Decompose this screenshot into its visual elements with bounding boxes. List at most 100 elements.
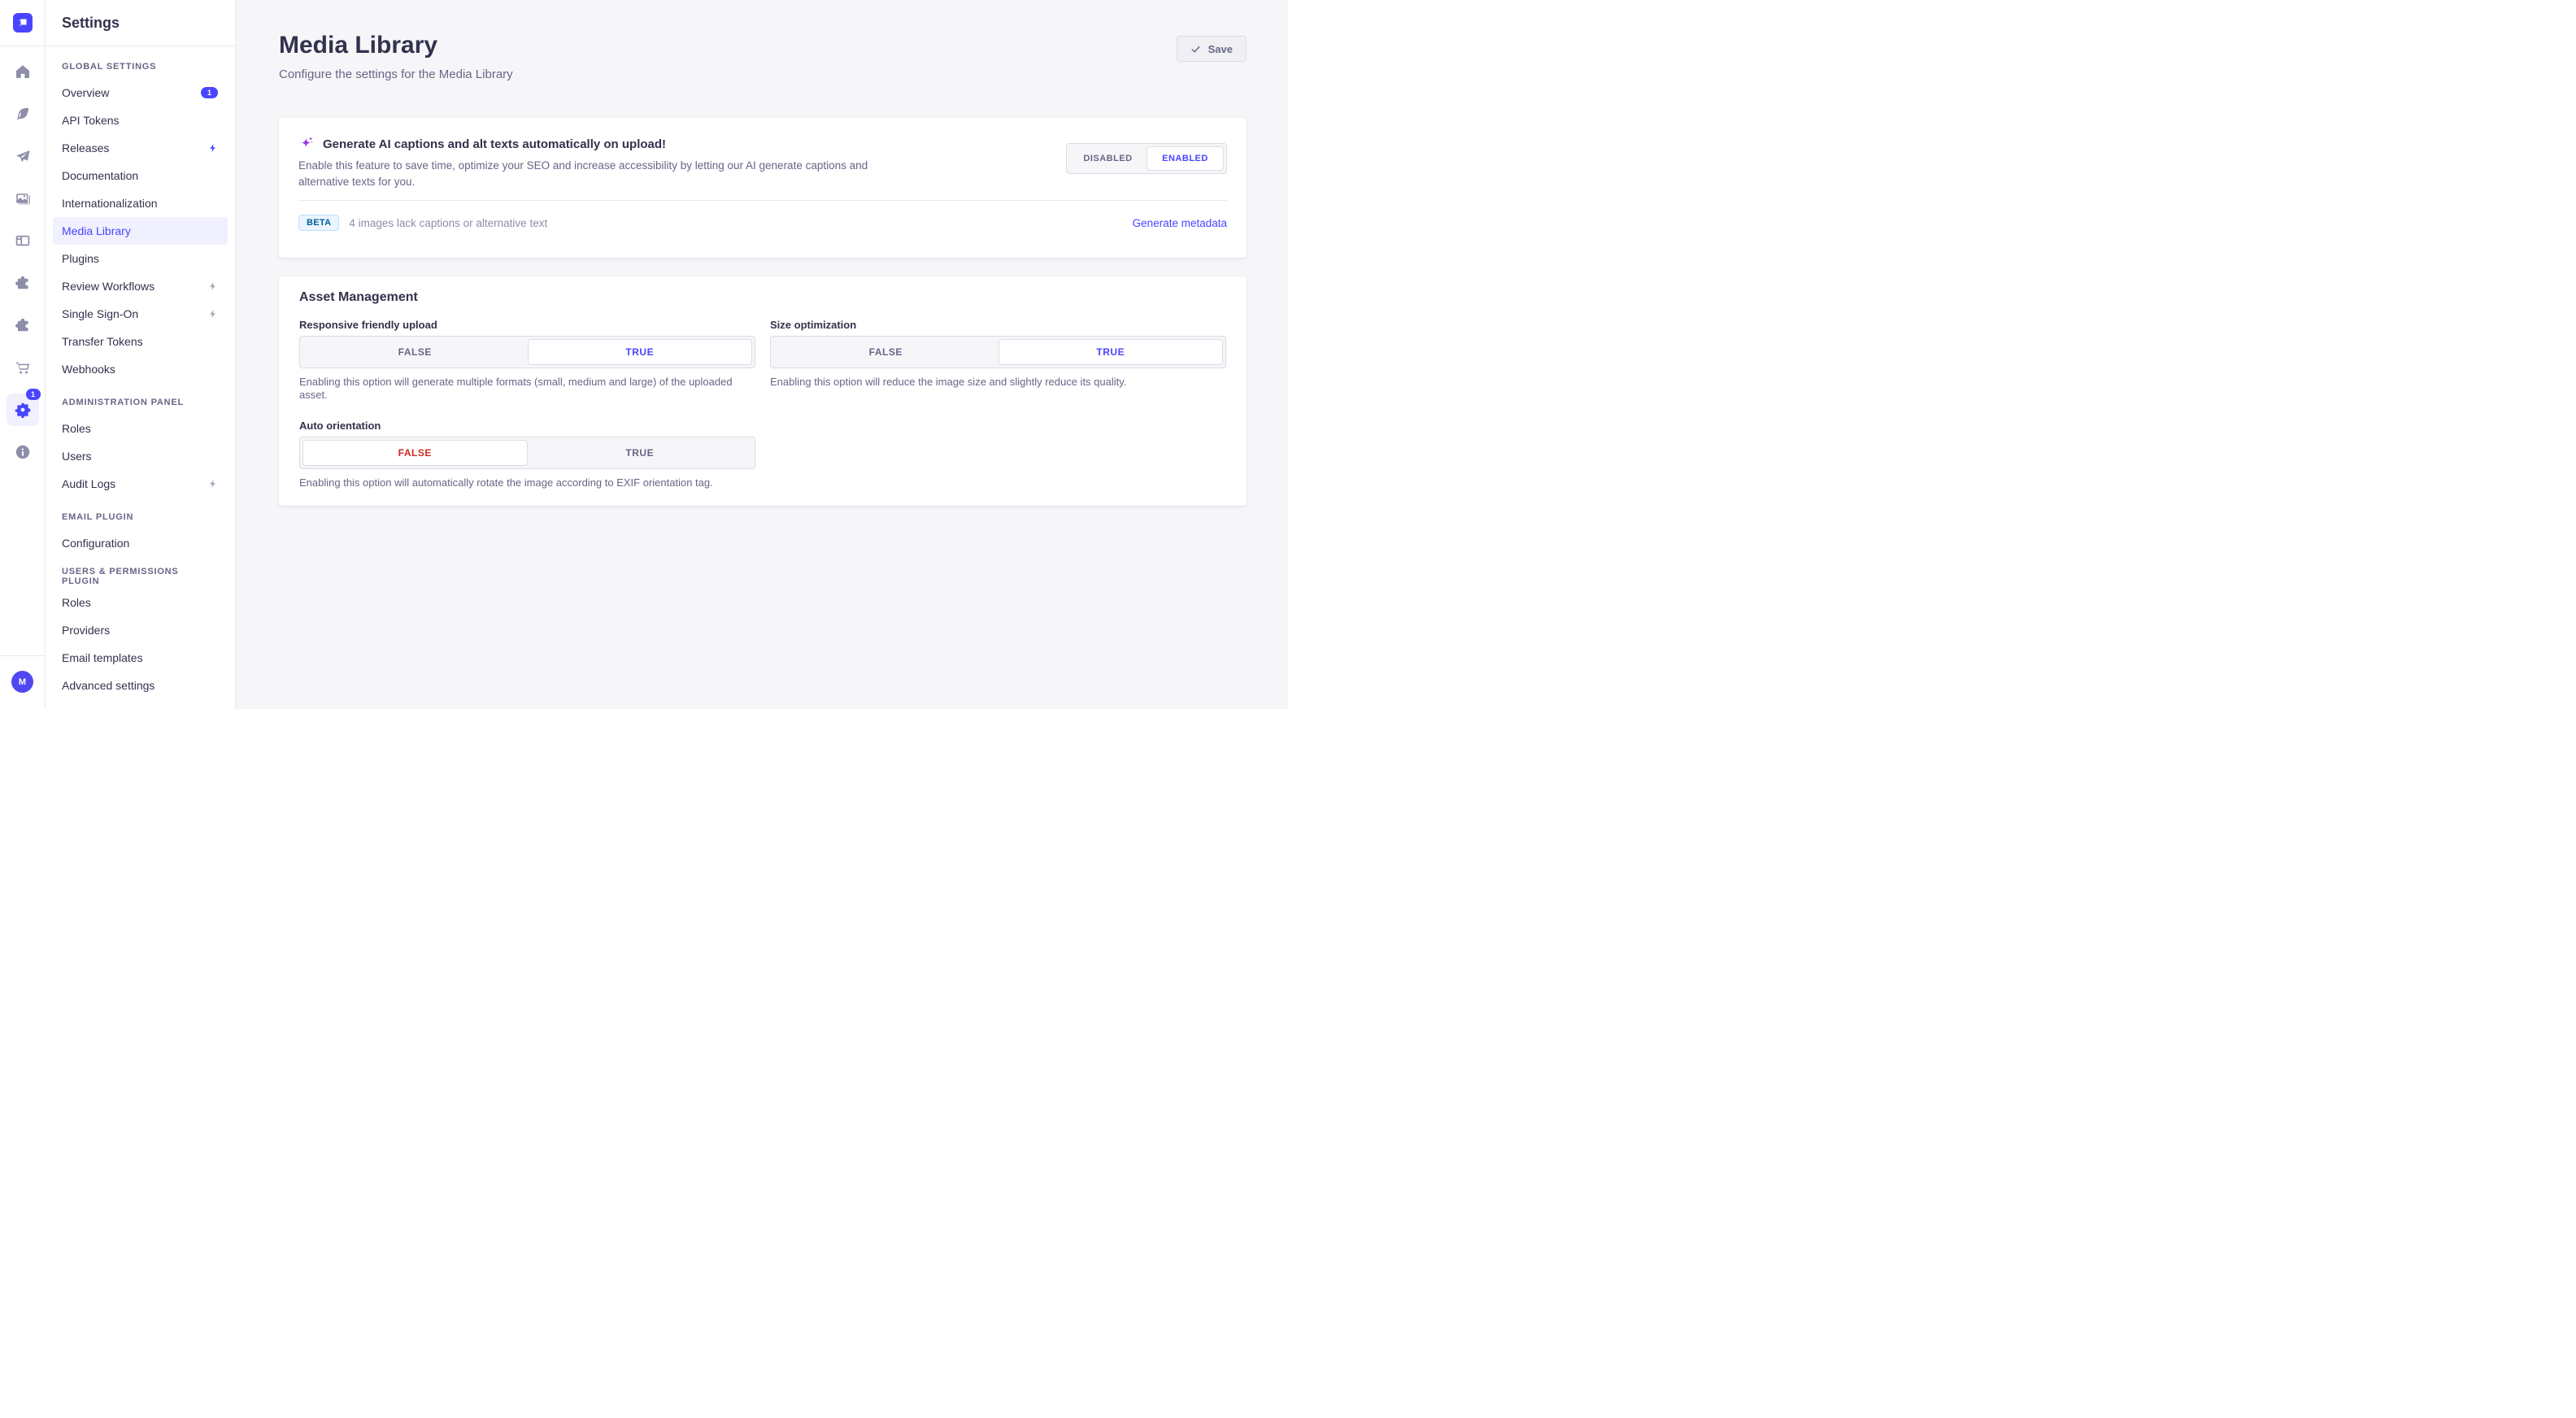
- sidebar-section: EMAIL PLUGIN Configuration: [46, 508, 235, 557]
- ai-enable-toggle: DISABLED ENABLED: [1066, 143, 1227, 174]
- caption-status-text: 4 images lack captions or alternative te…: [349, 217, 547, 229]
- sidebar-sections: GLOBAL SETTINGS Overview 1 API Tokens Re…: [46, 46, 235, 709]
- sidebar-item-audit-logs[interactable]: Audit Logs: [53, 470, 228, 498]
- sidebar-title: Settings: [46, 0, 235, 46]
- sidebar-item-label: Configuration: [62, 537, 129, 550]
- sidebar-item-api-tokens[interactable]: API Tokens: [53, 107, 228, 134]
- ai-banner-title-row: Generate AI captions and alt texts autom…: [298, 136, 1033, 152]
- toggle-false-option[interactable]: FALSE: [302, 339, 528, 365]
- sparkle-icon: [298, 136, 315, 152]
- beta-badge: BETA: [298, 215, 339, 231]
- sidebar-item-roles[interactable]: Roles: [53, 589, 228, 616]
- ai-banner-title: Generate AI captions and alt texts autom…: [323, 137, 666, 151]
- home-icon[interactable]: [7, 55, 39, 88]
- check-icon: [1190, 44, 1201, 54]
- sidebar-item-roles[interactable]: Roles: [53, 415, 228, 442]
- gear-icon[interactable]: 1: [7, 394, 39, 426]
- strapi-logo-icon[interactable]: [13, 13, 33, 33]
- generate-metadata-link[interactable]: Generate metadata: [1133, 217, 1227, 229]
- puzzle-icon[interactable]: [7, 267, 39, 299]
- sidebar-section-label: ADMINISTRATION PANEL: [53, 394, 228, 411]
- sidebar-section: ADMINISTRATION PANEL Roles Users Audit L…: [46, 394, 235, 498]
- sidebar-item-users[interactable]: Users: [53, 442, 228, 470]
- lightning-bolt-icon: [208, 309, 218, 319]
- sidebar-item-webhooks[interactable]: Webhooks: [53, 355, 228, 383]
- sidebar-item-overview[interactable]: Overview 1: [53, 79, 228, 107]
- sidebar-section-label: EMAIL PLUGIN: [53, 508, 228, 526]
- pictures-icon[interactable]: [7, 182, 39, 215]
- user-avatar[interactable]: M: [11, 671, 33, 693]
- paper-plane-icon[interactable]: [7, 140, 39, 172]
- info-icon[interactable]: [7, 436, 39, 468]
- notification-badge: 1: [201, 87, 218, 98]
- puzzle-icon-2[interactable]: [7, 309, 39, 341]
- asset-management-card: Asset Management Responsive friendly upl…: [279, 276, 1247, 506]
- asset-fields-grid: Responsive friendly upload FALSE TRUE En…: [299, 319, 1226, 489]
- sidebar-item-label: Advanced settings: [62, 679, 154, 692]
- toggle-true-option[interactable]: TRUE: [528, 440, 753, 466]
- strip-footer: M: [0, 655, 45, 709]
- sidebar-item-label: Users: [62, 450, 92, 463]
- sidebar-item-label: Plugins: [62, 252, 99, 265]
- sidebar-item-single-sign-on[interactable]: Single Sign-On: [53, 300, 228, 328]
- cart-icon[interactable]: [7, 351, 39, 384]
- strapi-admin-app: 1 M Settings GLOBAL SETTINGS Overview 1 …: [0, 0, 1288, 709]
- sidebar-item-advanced-settings[interactable]: Advanced settings: [53, 672, 228, 699]
- ai-banner-description: Enable this feature to save time, optimi…: [298, 158, 900, 190]
- settings-sidebar: Settings GLOBAL SETTINGS Overview 1 API …: [46, 0, 236, 709]
- sidebar-item-label: Review Workflows: [62, 280, 154, 293]
- ai-banner-top: Generate AI captions and alt texts autom…: [279, 118, 1247, 190]
- toggle-field-label: Responsive friendly upload: [299, 319, 755, 331]
- logo-cell: [0, 0, 45, 46]
- sidebar-item-label: Internationalization: [62, 197, 158, 210]
- sidebar-item-label: Single Sign-On: [62, 307, 138, 320]
- lightning-bolt-icon: [208, 479, 218, 489]
- asset-management-title: Asset Management: [299, 290, 1226, 305]
- page-header: Media Library Configure the settings for…: [279, 30, 1247, 81]
- sidebar-section-label: USERS & PERMISSIONS PLUGIN: [53, 568, 228, 585]
- field-auto-orientation: Auto orientation FALSE TRUE Enabling thi…: [299, 420, 755, 489]
- primary-nav-strip: 1 M: [0, 0, 46, 709]
- primary-nav-icons: 1: [0, 46, 45, 468]
- field-size-optimization: Size optimization FALSE TRUE Enabling th…: [770, 319, 1226, 402]
- sidebar-item-plugins[interactable]: Plugins: [53, 245, 228, 272]
- layout-icon[interactable]: [7, 224, 39, 257]
- field-responsive-friendly-upload: Responsive friendly upload FALSE TRUE En…: [299, 319, 755, 402]
- toggle-true-option[interactable]: TRUE: [528, 339, 753, 365]
- sidebar-item-configuration[interactable]: Configuration: [53, 529, 228, 557]
- toggle-field-label: Auto orientation: [299, 420, 755, 432]
- feather-icon[interactable]: [7, 98, 39, 130]
- page-subtitle: Configure the settings for the Media Lib…: [279, 67, 513, 81]
- sidebar-item-providers[interactable]: Providers: [53, 616, 228, 644]
- toggle-field-description: Enabling this option will reduce the ima…: [770, 376, 1226, 389]
- sidebar-item-label: Overview: [62, 86, 109, 99]
- toggle-true-option[interactable]: TRUE: [999, 339, 1224, 365]
- sidebar-item-label: Media Library: [62, 224, 131, 237]
- toggle-field-control: FALSE TRUE: [299, 336, 755, 368]
- sidebar-item-releases[interactable]: Releases: [53, 134, 228, 162]
- sidebar-item-internationalization[interactable]: Internationalization: [53, 189, 228, 217]
- sidebar-item-label: Releases: [62, 141, 109, 154]
- toggle-false-option[interactable]: FALSE: [302, 440, 528, 466]
- sidebar-item-media-library[interactable]: Media Library: [53, 217, 228, 245]
- main-content: Media Library Configure the settings for…: [236, 0, 1288, 709]
- sidebar-item-label: Roles: [62, 596, 91, 609]
- sidebar-item-label: Providers: [62, 624, 110, 637]
- sidebar-item-email-templates[interactable]: Email templates: [53, 644, 228, 672]
- ai-banner-text: Generate AI captions and alt texts autom…: [298, 136, 1066, 190]
- toggle-field-control: FALSE TRUE: [299, 437, 755, 469]
- sidebar-item-transfer-tokens[interactable]: Transfer Tokens: [53, 328, 228, 355]
- sidebar-item-label: Audit Logs: [62, 477, 115, 490]
- ai-toggle-enabled-option[interactable]: ENABLED: [1147, 146, 1224, 171]
- save-button[interactable]: Save: [1177, 36, 1247, 62]
- sidebar-item-label: Transfer Tokens: [62, 335, 143, 348]
- sidebar-item-documentation[interactable]: Documentation: [53, 162, 228, 189]
- toggle-false-option[interactable]: FALSE: [773, 339, 999, 365]
- toggle-field-label: Size optimization: [770, 319, 1226, 331]
- sidebar-item-label: Email templates: [62, 651, 143, 664]
- lightning-bolt-icon: [208, 143, 218, 153]
- sidebar-section-label: GLOBAL SETTINGS: [53, 58, 228, 76]
- sidebar-item-label: Documentation: [62, 169, 138, 182]
- ai-toggle-disabled-option[interactable]: DISABLED: [1069, 146, 1147, 171]
- sidebar-item-review-workflows[interactable]: Review Workflows: [53, 272, 228, 300]
